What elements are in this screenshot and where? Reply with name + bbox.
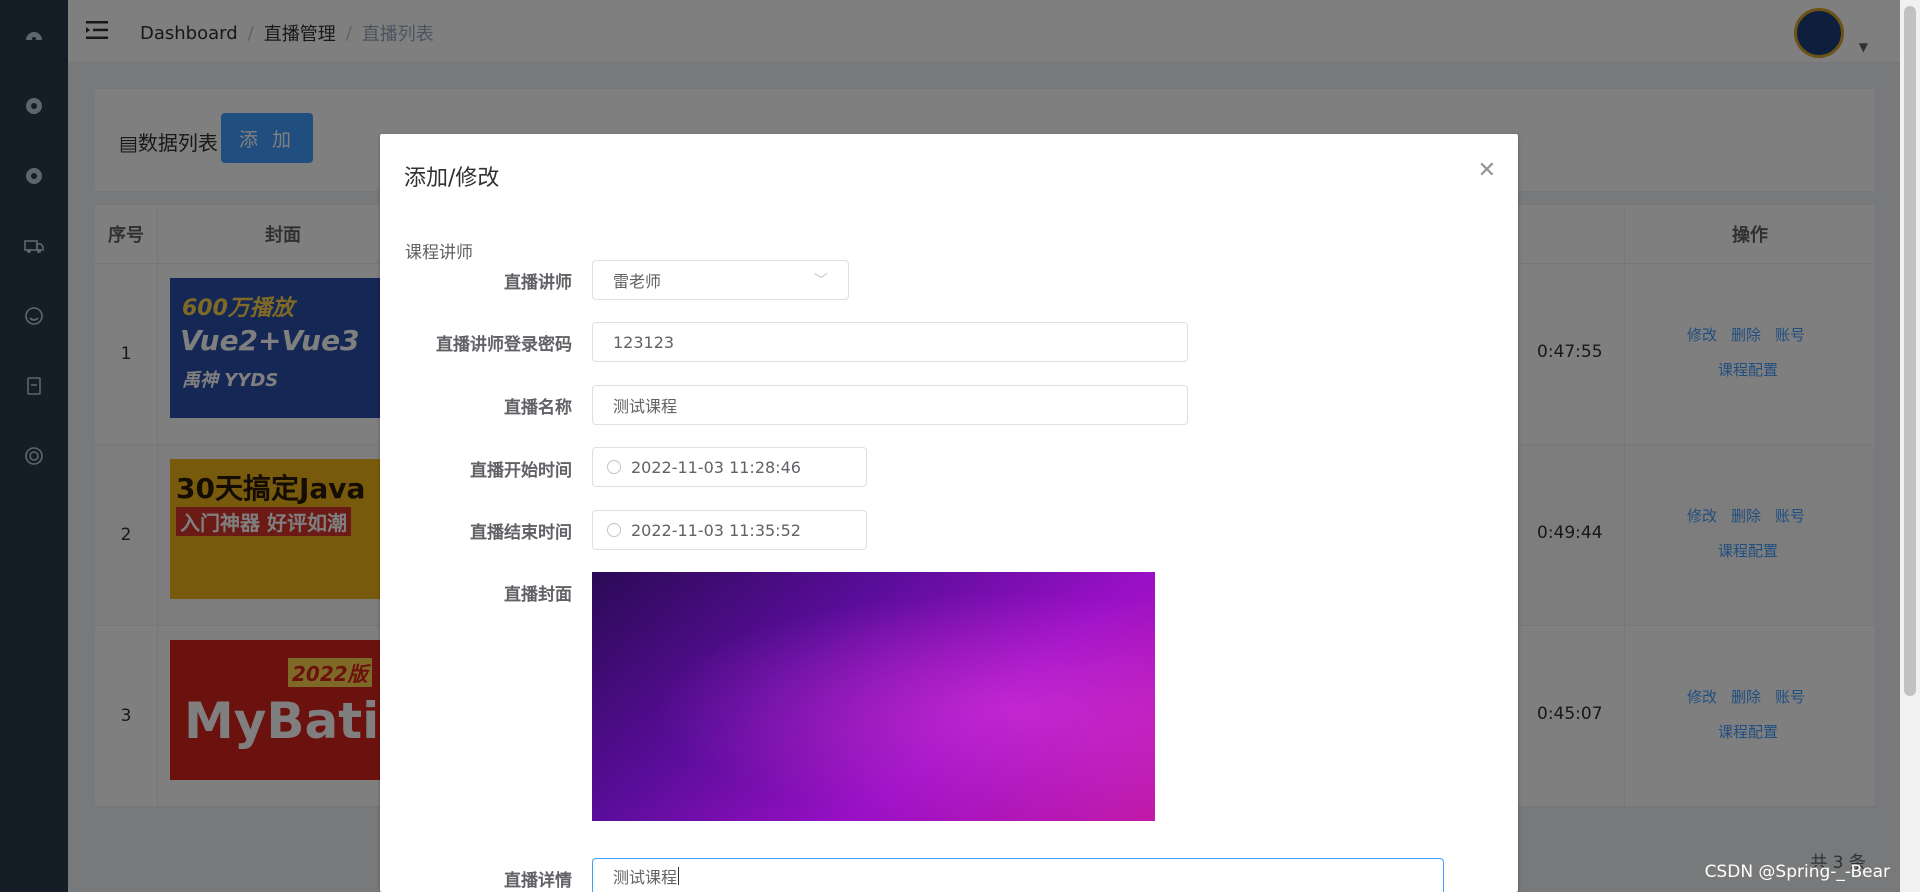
dialog-title: 添加/修改 [404, 166, 500, 191]
end-time-picker[interactable]: 2022-11-03 11:35:52 [592, 510, 867, 550]
start-time-label: 直播开始时间 [470, 461, 572, 481]
end-time-value: 2022-11-03 11:35:52 [631, 520, 801, 540]
close-icon[interactable]: ✕ [1478, 158, 1496, 183]
text-caret [678, 866, 680, 885]
clock-icon [607, 460, 621, 474]
name-input[interactable]: 测试课程 [592, 385, 1188, 425]
end-time-label: 直播结束时间 [470, 523, 572, 543]
teacher-select[interactable]: 雷老师 ﹀ [592, 260, 849, 300]
detail-editor[interactable]: 测试课程 [592, 858, 1444, 892]
start-time-value: 2022-11-03 11:28:46 [631, 457, 801, 477]
cover-upload-image[interactable] [592, 572, 1155, 821]
chevron-down-icon: ﹀ [814, 273, 828, 289]
scrollbar-thumb[interactable] [1904, 6, 1916, 696]
scrollbar[interactable] [1900, 0, 1920, 892]
clock-icon [607, 523, 621, 537]
watermark: CSDN @Spring-_-Bear [1704, 862, 1890, 882]
section-label: 课程讲师 [405, 243, 473, 263]
start-time-picker[interactable]: 2022-11-03 11:28:46 [592, 447, 867, 487]
password-input-value: 123123 [613, 332, 675, 352]
name-label: 直播名称 [504, 398, 572, 418]
cover-label: 直播封面 [504, 585, 572, 605]
detail-label: 直播详情 [504, 871, 572, 891]
teacher-select-value: 雷老师 [613, 272, 662, 291]
edit-dialog: 添加/修改 ✕ 课程讲师 直播讲师 雷老师 ﹀ 直播讲师登录密码 123123 … [380, 134, 1518, 892]
name-input-value: 测试课程 [613, 397, 678, 416]
teacher-label: 直播讲师 [504, 273, 572, 293]
password-input[interactable]: 123123 [592, 322, 1188, 362]
password-label: 直播讲师登录密码 [436, 335, 572, 355]
detail-editor-value: 测试课程 [613, 867, 678, 887]
